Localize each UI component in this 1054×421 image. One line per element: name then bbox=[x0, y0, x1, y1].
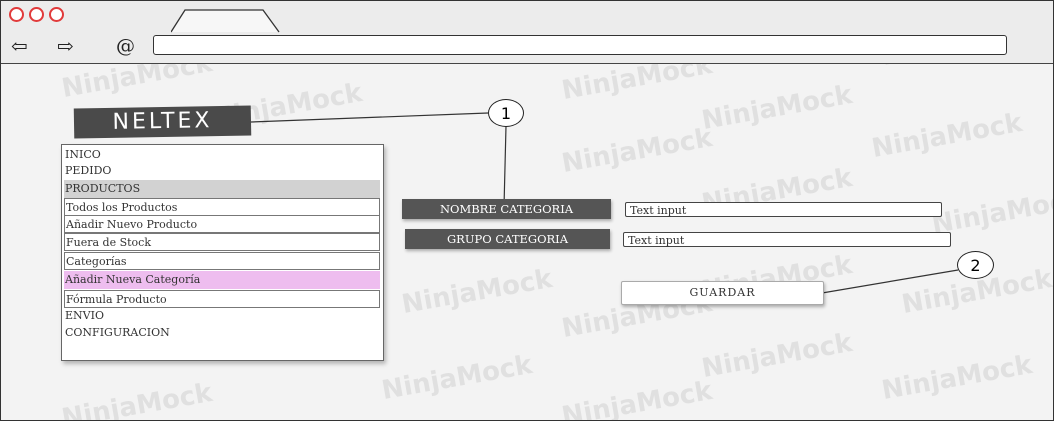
sidebar-item-productos[interactable]: PRODUCTOS bbox=[64, 180, 380, 198]
sidebar-item-pedido[interactable]: PEDIDO bbox=[64, 162, 380, 180]
sidebar-item-categorias[interactable]: Categorías bbox=[64, 252, 380, 270]
sidebar-item-envio[interactable]: ENVIO bbox=[64, 307, 380, 325]
mockup-frame: NinjaMock NinjaMock NinjaMock NinjaMock … bbox=[0, 0, 1054, 421]
nombre-categoria-label: NOMBRE CATEGORIA bbox=[402, 199, 611, 219]
sidebar-item-formula-producto[interactable]: Fórmula Producto bbox=[64, 290, 380, 308]
sidebar-item-todos-los-productos[interactable]: Todos los Productos bbox=[64, 198, 380, 216]
callout-2: 2 bbox=[957, 251, 994, 279]
logo: NELTEX bbox=[73, 105, 252, 139]
grupo-categoria-input[interactable]: Text input bbox=[623, 232, 951, 247]
grupo-categoria-label: GRUPO CATEGORIA bbox=[405, 229, 610, 249]
nombre-categoria-input[interactable]: Text input bbox=[625, 202, 942, 217]
sidebar-item-anadir-nuevo-producto[interactable]: Añadir Nuevo Producto bbox=[64, 215, 380, 233]
guardar-button[interactable]: GUARDAR bbox=[621, 281, 824, 305]
sidebar-item-configuracion[interactable]: CONFIGURACION bbox=[64, 324, 380, 342]
sidebar-item-fuera-de-stock[interactable]: Fuera de Stock bbox=[64, 233, 380, 251]
callout-1: 1 bbox=[488, 99, 524, 127]
sidebar-menu: INICO PEDIDO PRODUCTOS Todos los Product… bbox=[61, 144, 384, 361]
sidebar-item-anadir-nueva-categoria[interactable]: Añadir Nueva Categoría bbox=[64, 271, 380, 289]
